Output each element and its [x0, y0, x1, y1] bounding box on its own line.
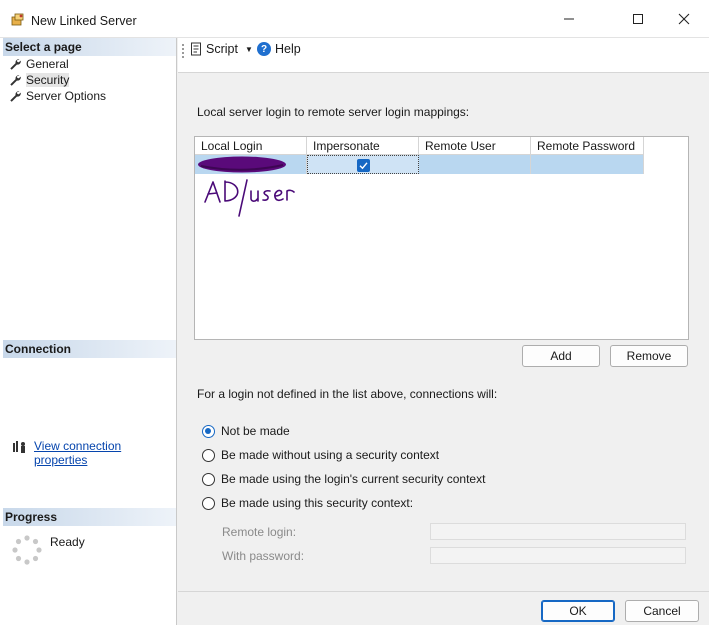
- close-button[interactable]: [661, 0, 707, 38]
- minimize-icon: [564, 18, 574, 20]
- radio-not-be-made[interactable]: Not be made: [202, 423, 290, 439]
- radio-without-security-context[interactable]: Be made without using a security context: [202, 447, 439, 463]
- table-row[interactable]: [195, 155, 644, 174]
- progress-status: Ready: [50, 535, 85, 549]
- page-item-server-options[interactable]: Server Options: [9, 88, 106, 104]
- toolbar-grip: [182, 44, 184, 58]
- column-remote-password[interactable]: Remote Password: [531, 137, 644, 155]
- undefined-login-label: For a login not defined in the list abov…: [197, 387, 498, 401]
- connection-header: Connection: [3, 340, 176, 358]
- column-local-login[interactable]: Local Login: [195, 137, 307, 155]
- handwritten-annotation: [204, 179, 295, 217]
- help-button[interactable]: ? Help: [257, 42, 301, 56]
- connection-icon: [13, 441, 25, 453]
- page-item-general[interactable]: General: [9, 56, 69, 72]
- grid-header: Local Login Impersonate Remote User Remo…: [195, 137, 644, 155]
- help-label: Help: [275, 42, 301, 56]
- page-item-label: Security: [26, 73, 70, 87]
- remote-login-label: Remote login:: [222, 525, 297, 539]
- radio-indicator[interactable]: [202, 472, 215, 486]
- impersonate-cell[interactable]: [307, 155, 419, 174]
- script-icon: [191, 42, 201, 56]
- radio-label: Be made using this security context:: [221, 496, 414, 510]
- progress-header: Progress: [3, 508, 176, 526]
- login-mappings-grid[interactable]: Local Login Impersonate Remote User Remo…: [194, 136, 689, 340]
- page-item-security[interactable]: Security: [9, 72, 70, 88]
- radio-label: Not be made: [221, 424, 290, 438]
- help-icon: ?: [257, 42, 271, 56]
- script-button[interactable]: Script ▼: [190, 42, 253, 56]
- page-item-label: General: [26, 57, 69, 71]
- app-icon: [11, 13, 24, 26]
- local-login-cell[interactable]: [195, 155, 307, 174]
- toolbar: Script ▼ ? Help: [178, 38, 709, 73]
- cancel-button[interactable]: Cancel: [625, 600, 699, 622]
- ok-button[interactable]: OK: [541, 600, 615, 622]
- maximize-button[interactable]: [615, 0, 661, 38]
- radio-indicator[interactable]: [202, 496, 215, 510]
- minimize-button[interactable]: [546, 0, 592, 38]
- chevron-down-icon[interactable]: ▼: [245, 45, 253, 54]
- remove-mapping-button[interactable]: Remove: [610, 345, 688, 367]
- progress-spinner-icon: [12, 535, 42, 565]
- wrench-icon: [10, 75, 21, 86]
- with-password-input[interactable]: [430, 547, 686, 564]
- impersonate-checkbox[interactable]: [357, 159, 370, 172]
- column-impersonate[interactable]: Impersonate: [307, 137, 419, 155]
- column-remote-user[interactable]: Remote User: [419, 137, 531, 155]
- page-navigation-pane: Select a page General Security Server Op…: [0, 38, 177, 625]
- radio-label: Be made using the login's current securi…: [221, 472, 486, 486]
- radio-label: Be made without using a security context: [221, 448, 440, 462]
- window-title: New Linked Server: [31, 14, 137, 28]
- remote-user-cell[interactable]: [419, 155, 531, 174]
- script-label: Script: [206, 42, 238, 56]
- title-bar: New Linked Server: [0, 0, 709, 38]
- checkmark-icon: [359, 162, 368, 170]
- page-item-label: Server Options: [26, 89, 107, 103]
- view-connection-properties-link[interactable]: View connection properties: [34, 439, 176, 467]
- radio-indicator[interactable]: [202, 448, 215, 462]
- wrench-icon: [10, 91, 21, 102]
- redaction-mark: [198, 156, 286, 173]
- maximize-icon: [633, 14, 643, 24]
- with-password-label: With password:: [222, 549, 305, 563]
- radio-current-security-context[interactable]: Be made using the login's current securi…: [202, 471, 485, 487]
- radio-this-security-context[interactable]: Be made using this security context:: [202, 495, 413, 511]
- select-page-header: Select a page: [3, 38, 176, 56]
- radio-selected-indicator[interactable]: [202, 424, 215, 438]
- mappings-label: Local server login to remote server logi…: [197, 105, 470, 119]
- dialog-footer: OK Cancel: [178, 591, 709, 625]
- security-page: Local server login to remote server logi…: [178, 73, 709, 591]
- add-mapping-button[interactable]: Add: [522, 345, 600, 367]
- wrench-icon: [10, 59, 21, 70]
- close-icon: [678, 13, 690, 25]
- remote-password-cell[interactable]: [531, 155, 644, 174]
- remote-login-input[interactable]: [430, 523, 686, 540]
